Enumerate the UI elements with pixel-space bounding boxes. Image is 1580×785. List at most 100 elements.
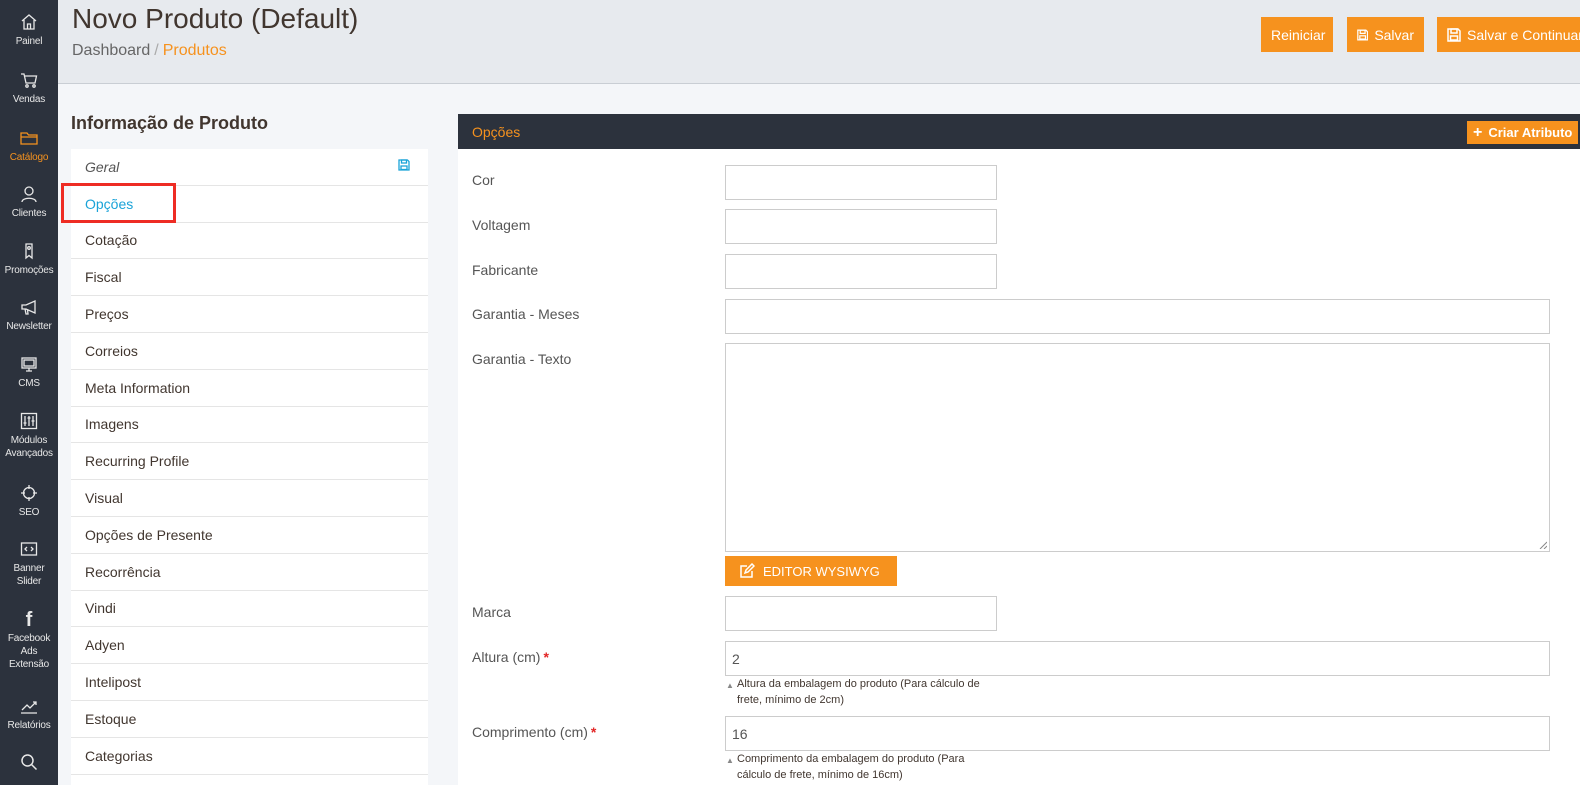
- cor-input[interactable]: [725, 165, 997, 200]
- garantia-meses-label: Garantia - Meses: [472, 306, 580, 322]
- menu-item-opcoes-de-presente[interactable]: Opções de Presente: [71, 517, 428, 554]
- menu-item-imagens[interactable]: Imagens: [71, 407, 428, 444]
- cor-label: Cor: [472, 172, 495, 188]
- create-attribute-label: Criar Atributo: [1488, 125, 1573, 140]
- page-header: Novo Produto (Default) Dashboard / Produto…: [58, 0, 1580, 84]
- menu-item-recorrencia[interactable]: Recorrência: [71, 554, 428, 591]
- comprimento-input[interactable]: 16: [725, 716, 1550, 751]
- sidebar-item-clientes[interactable]: Clientes: [0, 185, 58, 220]
- garantia-meses-input[interactable]: [725, 299, 1550, 334]
- sidebar-item-promocoes[interactable]: Promoções: [0, 242, 58, 277]
- crosshair-icon: [21, 485, 37, 501]
- menu-item-label: Cotação: [85, 232, 138, 249]
- sidebar-item-label: Módulos Avançados: [5, 435, 53, 459]
- menu-item-adyen[interactable]: Adyen: [71, 627, 428, 665]
- menu-item-label: Intelipost: [85, 674, 142, 691]
- sidebar-item-label: Promoções: [4, 265, 54, 276]
- sidebar-item-label: Painel: [15, 36, 43, 47]
- user-icon: [21, 186, 37, 203]
- sidebar-item-label: SEO: [18, 507, 40, 518]
- resize-handle-icon[interactable]: [1539, 541, 1547, 549]
- reset-button[interactable]: Reiniciar: [1261, 17, 1333, 52]
- reset-button-label: Reiniciar: [1271, 26, 1326, 43]
- tag-icon: [25, 243, 33, 260]
- menu-item-label: Recurring Profile: [85, 453, 190, 470]
- sidebar-item-modulos-avancados[interactable]: Módulos Avançados: [0, 412, 58, 460]
- altura-note-text: Altura da embalagem do produto (Para cál…: [737, 678, 980, 706]
- menu-item-estoque[interactable]: Estoque: [71, 701, 428, 738]
- sidebar-item-seo[interactable]: SEO: [0, 484, 58, 519]
- wysiwyg-editor-button[interactable]: EDITOR WYSIWYG: [725, 556, 897, 586]
- home-icon: [21, 14, 37, 30]
- main-sidebar: Painel Vendas Catálogo Clientes Promoçõe…: [0, 0, 58, 785]
- menu-item-categorias[interactable]: Categorias: [71, 738, 428, 775]
- sidebar-item-search[interactable]: [0, 753, 58, 775]
- sidebar-item-label: CMS: [18, 378, 40, 389]
- comprimento-label-text: Comprimento (cm): [472, 724, 588, 740]
- menu-item-recurring-profile[interactable]: Recurring Profile: [71, 443, 428, 481]
- sidebar-item-vendas[interactable]: Vendas: [0, 71, 58, 106]
- fabricante-label: Fabricante: [472, 262, 539, 278]
- voltagem-input[interactable]: [725, 209, 997, 244]
- marca-input[interactable]: [725, 596, 997, 631]
- required-marker: *: [543, 649, 549, 665]
- sidebar-item-label: Catálogo: [9, 152, 49, 163]
- sidebar-item-banner-slider[interactable]: Banner Slider: [0, 540, 58, 588]
- sidebar-item-label: Banner Slider: [13, 563, 45, 587]
- menu-item-meta-information[interactable]: Meta Information: [71, 370, 428, 407]
- fabricante-input[interactable]: [725, 254, 997, 289]
- floppy-icon: [398, 159, 410, 171]
- product-info-menu: Geral Opções Cotação Fiscal Preços Corre…: [71, 149, 428, 785]
- menu-item-label: Geral: [85, 158, 120, 175]
- menu-item-label: Opções de Presente: [85, 526, 213, 543]
- marca-label: Marca: [472, 604, 511, 620]
- save-continue-button-label: Salvar e Continuar: [1467, 26, 1580, 43]
- options-panel: Opções + Criar Atributo Cor Voltagem Fab…: [458, 114, 1580, 785]
- menu-item-label: Adyen: [85, 637, 125, 654]
- panel-header: Opções + Criar Atributo: [458, 114, 1580, 149]
- plus-icon: +: [1473, 123, 1483, 141]
- create-attribute-button[interactable]: + Criar Atributo: [1467, 121, 1579, 144]
- altura-help-note: ▲ Altura da embalagem do produto (Para c…: [725, 676, 985, 708]
- sidebar-item-label: Relatórios: [7, 720, 51, 731]
- altura-label: Altura (cm) *: [472, 649, 549, 665]
- menu-item-fiscal[interactable]: Fiscal: [71, 259, 428, 297]
- annotation-highlight-box: [61, 183, 176, 223]
- breadcrumb-current[interactable]: Produtos: [163, 42, 227, 59]
- menu-item-label: Categorias: [85, 747, 153, 764]
- menu-item-label: Fiscal: [85, 269, 122, 286]
- sidebar-item-label: Vendas: [12, 94, 46, 105]
- sidebar-item-cms[interactable]: CMS: [0, 355, 58, 390]
- cart-icon: [21, 73, 38, 88]
- menu-item-geral[interactable]: Geral: [71, 149, 428, 186]
- save-button[interactable]: Salvar: [1347, 17, 1424, 52]
- menu-item-label: Recorrência: [85, 563, 161, 580]
- monitor-icon: [21, 357, 37, 372]
- save-continue-button[interactable]: Salvar e Continuar: [1437, 17, 1580, 52]
- sidebar-item-painel[interactable]: Painel: [0, 13, 58, 48]
- menu-item-visual[interactable]: Visual: [71, 480, 428, 517]
- sidebar-item-catalogo[interactable]: Catálogo: [0, 129, 58, 164]
- sidebar-item-relatorios[interactable]: Relatórios: [0, 697, 58, 732]
- voltagem-label: Voltagem: [472, 217, 531, 233]
- megaphone-icon: [21, 299, 36, 315]
- menu-item-intelipost[interactable]: Intelipost: [71, 664, 428, 701]
- menu-item-precos[interactable]: Preços: [71, 296, 428, 333]
- menu-item-label: Visual: [85, 490, 123, 507]
- sidebar-item-label: Newsletter: [6, 321, 52, 332]
- menu-item-vindi[interactable]: Vindi: [71, 591, 428, 628]
- garantia-texto-textarea[interactable]: [725, 343, 1550, 552]
- sliders-icon: [20, 412, 38, 430]
- menu-item-cotacao[interactable]: Cotação: [71, 223, 428, 260]
- floppy-icon: [1447, 27, 1461, 42]
- sidebar-item-label: Facebook Ads Extensão: [7, 633, 51, 670]
- floppy-icon: [1357, 29, 1369, 40]
- comprimento-help-note: ▲ Comprimento da embalagem do produto (P…: [725, 751, 985, 783]
- menu-item-label: Preços: [85, 306, 129, 323]
- code-window-icon: [20, 542, 38, 556]
- altura-input[interactable]: 2: [725, 641, 1550, 676]
- menu-item-correios[interactable]: Correios: [71, 333, 428, 370]
- sidebar-item-newsletter[interactable]: Newsletter: [0, 298, 58, 333]
- breadcrumb-dashboard-link[interactable]: Dashboard: [72, 42, 150, 59]
- sidebar-item-facebook-ads[interactable]: f Facebook Ads Extensão: [0, 610, 58, 671]
